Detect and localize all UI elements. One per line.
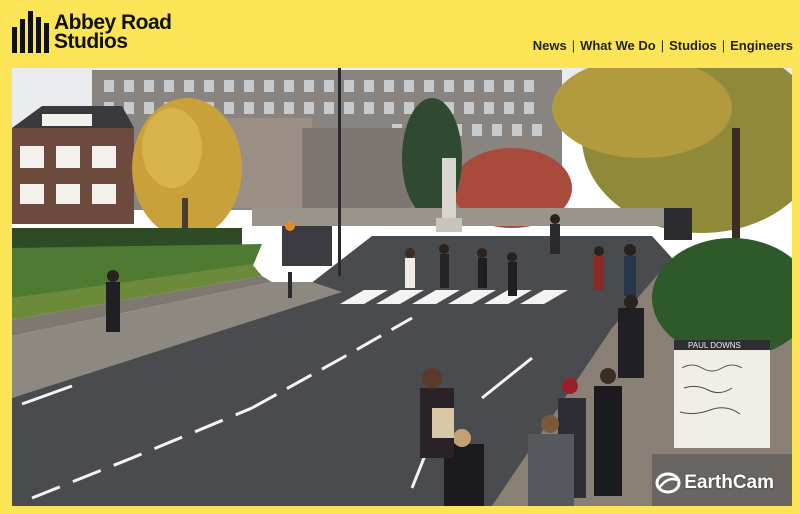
sign-text: PAUL DOWNS xyxy=(688,341,741,350)
earthcam-label: EarthCam xyxy=(684,472,774,493)
graffiti-signboard xyxy=(674,348,770,448)
abbey-road-logo[interactable]: Abbey Road Studios xyxy=(12,10,172,54)
nav-news[interactable]: News xyxy=(528,38,572,53)
logo-line-2: Studios xyxy=(54,30,128,53)
bollard xyxy=(288,272,292,298)
earthcam-watermark: EarthCam xyxy=(655,472,774,494)
lamp-post xyxy=(338,68,341,276)
logo-text: Abbey Road Studios xyxy=(54,12,172,53)
nav-studios[interactable]: Studios xyxy=(664,38,722,53)
autumn-tree xyxy=(142,108,202,188)
webcam-scene: PAUL DOWNS xyxy=(12,68,792,506)
logo-bars-icon xyxy=(12,11,49,53)
site-header: Abbey Road Studios News | What We Do | S… xyxy=(0,0,800,66)
nav-what-we-do[interactable]: What We Do xyxy=(575,38,661,53)
monument xyxy=(442,158,456,228)
belisha-beacon xyxy=(285,221,295,231)
nav-engineers[interactable]: Engineers xyxy=(725,38,798,53)
earthcam-swirl-icon xyxy=(655,472,681,494)
background-house xyxy=(302,128,412,208)
main-nav: News | What We Do | Studios | Engineers xyxy=(528,38,798,53)
brick-house xyxy=(12,128,134,224)
webcam-video-frame[interactable]: PAUL DOWNS EarthCam xyxy=(12,68,792,506)
wall xyxy=(252,208,682,226)
bottom-strip xyxy=(0,506,800,514)
